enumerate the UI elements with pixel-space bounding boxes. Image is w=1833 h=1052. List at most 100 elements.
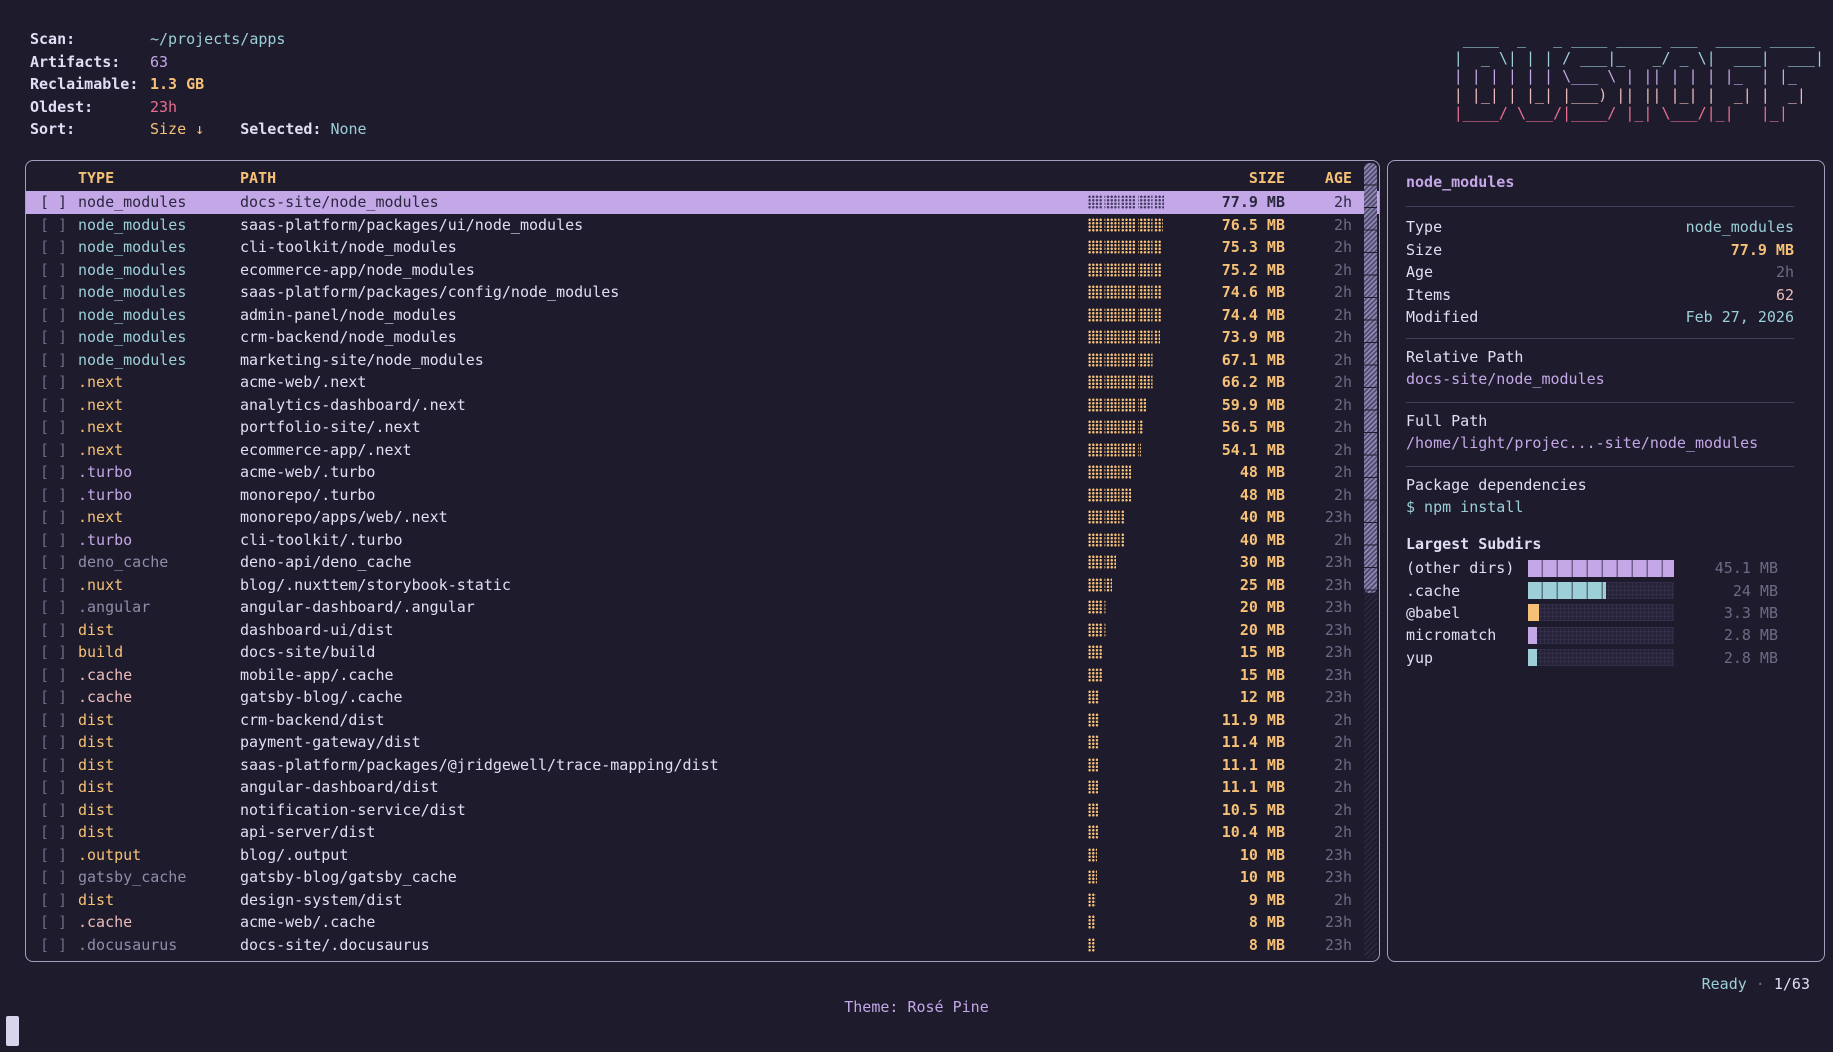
table-row[interactable]: [ ].docusaurusdocs-site/.docusaurus8 MB2…: [26, 934, 1379, 957]
row-type: .nuxt: [78, 576, 228, 594]
row-checkbox[interactable]: [ ]: [40, 576, 66, 594]
column-header-path[interactable]: PATH: [240, 169, 1076, 187]
row-checkbox[interactable]: [ ]: [40, 373, 66, 391]
column-header-age[interactable]: AGE: [1297, 169, 1352, 187]
table-row[interactable]: [ ].nextanalytics-dashboard/.next59.9 MB…: [26, 394, 1379, 417]
table-row[interactable]: [ ]distapi-server/dist10.4 MB2h: [26, 821, 1379, 844]
row-checkbox[interactable]: [ ]: [40, 306, 66, 324]
table-row[interactable]: [ ]gatsby_cachegatsby-blog/gatsby_cache1…: [26, 866, 1379, 889]
row-checkbox[interactable]: [ ]: [40, 216, 66, 234]
row-checkbox[interactable]: [ ]: [40, 823, 66, 841]
row-checkbox[interactable]: [ ]: [40, 688, 66, 706]
row-age: 23h: [1297, 598, 1352, 616]
row-path: saas-platform/packages/ui/node_modules: [240, 216, 1076, 234]
column-header-type[interactable]: TYPE: [78, 169, 228, 187]
row-path: marketing-site/node_modules: [240, 351, 1076, 369]
table-row[interactable]: [ ]node_modulessaas-platform/packages/co…: [26, 281, 1379, 304]
row-checkbox[interactable]: [ ]: [40, 711, 66, 729]
table-row[interactable]: [ ].nuxtblog/.nuxttem/storybook-static25…: [26, 574, 1379, 597]
row-checkbox[interactable]: [ ]: [40, 531, 66, 549]
row-checkbox[interactable]: [ ]: [40, 283, 66, 301]
row-size: 8 MB: [1185, 913, 1285, 931]
row-checkbox[interactable]: [ ]: [40, 441, 66, 459]
row-checkbox[interactable]: [ ]: [40, 396, 66, 414]
row-checkbox[interactable]: [ ]: [40, 351, 66, 369]
row-type: .next: [78, 441, 228, 459]
details-field-label: Age: [1406, 263, 1433, 281]
table-row[interactable]: [ ].turbomonorepo/.turbo48 MB2h: [26, 484, 1379, 507]
table-row[interactable]: [ ]deno_cachedeno-api/deno_cache30 MB23h: [26, 551, 1379, 574]
subdir-row: micromatch2.8 MB: [1406, 624, 1794, 646]
row-checkbox[interactable]: [ ]: [40, 463, 66, 481]
row-checkbox[interactable]: [ ]: [40, 846, 66, 864]
row-size: 75.2 MB: [1185, 261, 1285, 279]
table-row[interactable]: [ ]distnotification-service/dist10.5 MB2…: [26, 799, 1379, 822]
row-checkbox[interactable]: [ ]: [40, 913, 66, 931]
row-checkbox[interactable]: [ ]: [40, 643, 66, 661]
details-field-value: 2h: [1776, 263, 1794, 281]
table-row[interactable]: [ ].angularangular-dashboard/.angular20 …: [26, 596, 1379, 619]
table-row[interactable]: [ ]node_modulescrm-backend/node_modules7…: [26, 326, 1379, 349]
table-row[interactable]: [ ]node_modulesmarketing-site/node_modul…: [26, 349, 1379, 372]
table-row[interactable]: [ ].nextacme-web/.next66.2 MB2h: [26, 371, 1379, 394]
row-checkbox[interactable]: [ ]: [40, 891, 66, 909]
table-scrollbar[interactable]: [1364, 163, 1377, 959]
row-checkbox[interactable]: [ ]: [40, 598, 66, 616]
row-size-bar: [1088, 600, 1106, 614]
table-row[interactable]: [ ].turbocli-toolkit/.turbo40 MB2h: [26, 529, 1379, 552]
row-size: 12 MB: [1185, 688, 1285, 706]
table-row[interactable]: [ ]distsaas-platform/packages/@jridgewel…: [26, 754, 1379, 777]
table-row[interactable]: [ ]distdashboard-ui/dist20 MB23h: [26, 619, 1379, 642]
row-checkbox[interactable]: [ ]: [40, 238, 66, 256]
row-checkbox[interactable]: [ ]: [40, 621, 66, 639]
details-field: Typenode_modules: [1406, 216, 1794, 239]
table-row[interactable]: [ ].cacheacme-web/.cache8 MB23h: [26, 911, 1379, 934]
table-row[interactable]: [ ].nextportfolio-site/.next56.5 MB2h: [26, 416, 1379, 439]
row-checkbox[interactable]: [ ]: [40, 418, 66, 436]
table-row[interactable]: [ ].cachemobile-app/.cache15 MB23h: [26, 664, 1379, 687]
table-row[interactable]: [ ]distpayment-gateway/dist11.4 MB2h: [26, 731, 1379, 754]
deps-command: $ npm install: [1406, 498, 1794, 521]
table-row[interactable]: [ ].turboacme-web/.turbo48 MB2h: [26, 461, 1379, 484]
table-row[interactable]: [ ]distdesign-system/dist9 MB2h: [26, 889, 1379, 912]
row-checkbox[interactable]: [ ]: [40, 261, 66, 279]
row-checkbox[interactable]: [ ]: [40, 936, 66, 954]
table-row[interactable]: [ ].nextmonorepo/apps/web/.next40 MB23h: [26, 506, 1379, 529]
row-checkbox[interactable]: [ ]: [40, 193, 66, 211]
table-row[interactable]: [ ].nextecommerce-app/.next54.1 MB2h: [26, 439, 1379, 462]
row-type: dist: [78, 891, 228, 909]
row-checkbox[interactable]: [ ]: [40, 508, 66, 526]
table-row[interactable]: [ ]node_modulesdocs-site/node_modules77.…: [26, 191, 1379, 214]
selected-label: Selected:: [240, 120, 321, 138]
table-row[interactable]: [ ]node_modulescli-toolkit/node_modules7…: [26, 236, 1379, 259]
row-path: ecommerce-app/.next: [240, 441, 1076, 459]
table-row[interactable]: [ ]distcrm-backend/dist11.9 MB2h: [26, 709, 1379, 732]
table-row[interactable]: [ ]node_modulesadmin-panel/node_modules7…: [26, 304, 1379, 327]
column-header-size[interactable]: SIZE: [1185, 169, 1285, 187]
row-checkbox[interactable]: [ ]: [40, 868, 66, 886]
row-size-bar: [1088, 938, 1095, 952]
divider: [1406, 338, 1794, 339]
row-path: notification-service/dist: [240, 801, 1076, 819]
table-row[interactable]: [ ]builddocs-site/build15 MB23h: [26, 641, 1379, 664]
table-row[interactable]: [ ]distangular-dashboard/dist11.1 MB2h: [26, 776, 1379, 799]
row-checkbox[interactable]: [ ]: [40, 553, 66, 571]
scrollbar-thumb[interactable]: [1364, 163, 1377, 593]
table-row[interactable]: [ ]node_modulesecommerce-app/node_module…: [26, 259, 1379, 282]
scan-stat-label: Artifacts:: [30, 53, 150, 71]
row-checkbox[interactable]: [ ]: [40, 778, 66, 796]
row-checkbox[interactable]: [ ]: [40, 801, 66, 819]
subdir-bar-track: [1528, 582, 1674, 599]
table-row[interactable]: [ ]node_modulessaas-platform/packages/ui…: [26, 214, 1379, 237]
subdir-bar-fill: [1528, 627, 1537, 644]
row-path: acme-web/.next: [240, 373, 1076, 391]
row-path: dashboard-ui/dist: [240, 621, 1076, 639]
row-size-bar: [1088, 285, 1161, 299]
table-row[interactable]: [ ].cachegatsby-blog/.cache12 MB23h: [26, 686, 1379, 709]
row-checkbox[interactable]: [ ]: [40, 733, 66, 751]
row-checkbox[interactable]: [ ]: [40, 666, 66, 684]
table-row[interactable]: [ ].outputblog/.output10 MB23h: [26, 844, 1379, 867]
row-checkbox[interactable]: [ ]: [40, 756, 66, 774]
row-checkbox[interactable]: [ ]: [40, 328, 66, 346]
row-checkbox[interactable]: [ ]: [40, 486, 66, 504]
